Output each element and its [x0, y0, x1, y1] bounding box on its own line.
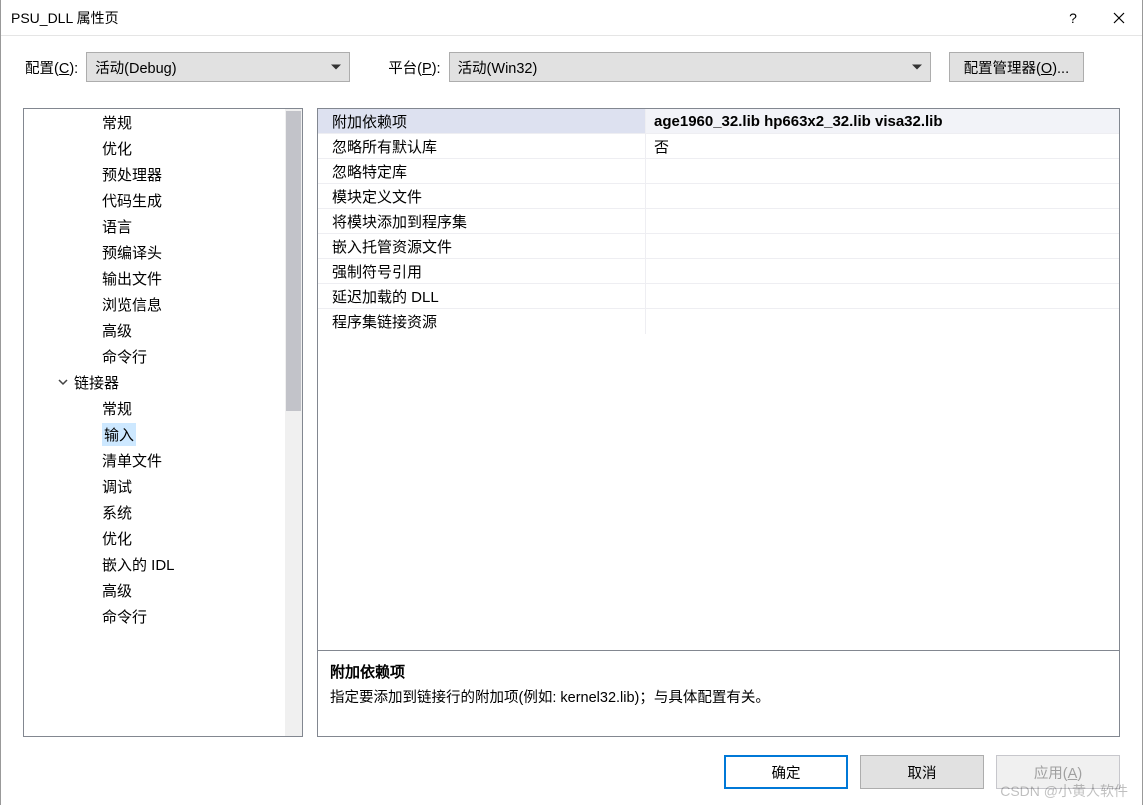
tree-item[interactable]: 高级 [24, 577, 285, 603]
tree-item-label: 语言 [102, 216, 132, 237]
property-row[interactable]: 强制符号引用 [318, 259, 1119, 284]
property-grid: 附加依赖项age1960_32.lib hp663x2_32.lib visa3… [317, 108, 1120, 651]
property-value[interactable] [646, 284, 1119, 308]
tree-item-label: 常规 [102, 112, 132, 133]
tree-item[interactable]: 命令行 [24, 343, 285, 369]
property-value[interactable]: age1960_32.lib hp663x2_32.lib visa32.lib [646, 109, 1119, 133]
tree-scrollbar[interactable] [285, 109, 302, 736]
tree-item[interactable]: 调试 [24, 473, 285, 499]
titlebar: PSU_DLL 属性页 ? [1, 0, 1142, 36]
tree-item-label: 输入 [102, 423, 136, 446]
tree-item[interactable]: 输入 [24, 421, 285, 447]
tree-item-label: 常规 [102, 398, 132, 419]
platform-combo-value: 活动(Win32) [458, 57, 538, 78]
tree-item-label: 代码生成 [102, 190, 162, 211]
property-name: 延迟加载的 DLL [318, 284, 646, 308]
property-name: 嵌入托管资源文件 [318, 234, 646, 258]
description-text: 指定要添加到链接行的附加项(例如: kernel32.lib)；与具体配置有关。 [330, 686, 1107, 707]
footer: 确定 取消 应用(A) [1, 743, 1142, 805]
tree-item[interactable]: 输出文件 [24, 265, 285, 291]
tree-item-label: 高级 [102, 580, 132, 601]
tree-item-label: 系统 [102, 502, 132, 523]
tree-item-label: 嵌入的 IDL [102, 554, 175, 575]
tree-group-label: 链接器 [74, 372, 119, 393]
property-name: 附加依赖项 [318, 109, 646, 133]
tree-item[interactable]: 清单文件 [24, 447, 285, 473]
property-row[interactable]: 程序集链接资源 [318, 309, 1119, 334]
property-name: 模块定义文件 [318, 184, 646, 208]
description-pane: 附加依赖项 指定要添加到链接行的附加项(例如: kernel32.lib)；与具… [317, 651, 1120, 737]
tree-item[interactable]: 预编译头 [24, 239, 285, 265]
right-pane: 附加依赖项age1960_32.lib hp663x2_32.lib visa3… [317, 108, 1120, 737]
tree-item-label: 命令行 [102, 606, 147, 627]
property-name: 程序集链接资源 [318, 309, 646, 334]
tree-item[interactable]: 命令行 [24, 603, 285, 629]
tree-item-label: 输出文件 [102, 268, 162, 289]
platform-label: 平台(P): [388, 57, 440, 78]
platform-combo[interactable]: 活动(Win32) [449, 52, 931, 82]
property-row[interactable]: 嵌入托管资源文件 [318, 234, 1119, 259]
property-row[interactable]: 将模块添加到程序集 [318, 209, 1119, 234]
tree-item[interactable]: 嵌入的 IDL [24, 551, 285, 577]
tree-item-label: 高级 [102, 320, 132, 341]
tree-item[interactable]: 系统 [24, 499, 285, 525]
config-combo-value: 活动(Debug) [95, 57, 176, 78]
property-row[interactable]: 附加依赖项age1960_32.lib hp663x2_32.lib visa3… [318, 109, 1119, 134]
config-combo[interactable]: 活动(Debug) [86, 52, 350, 82]
tree-item-label: 优化 [102, 528, 132, 549]
tree-item-label: 清单文件 [102, 450, 162, 471]
tree-item-label: 预编译头 [102, 242, 162, 263]
tree-item[interactable]: 高级 [24, 317, 285, 343]
property-value[interactable] [646, 234, 1119, 258]
property-row[interactable]: 忽略特定库 [318, 159, 1119, 184]
config-label: 配置(C): [25, 57, 78, 78]
tree-item[interactable]: 优化 [24, 135, 285, 161]
tree-item[interactable]: 常规 [24, 109, 285, 135]
config-manager-button[interactable]: 配置管理器(O)... [949, 52, 1085, 82]
tree-item[interactable]: 代码生成 [24, 187, 285, 213]
main-area: 常规优化预处理器代码生成语言预编译头输出文件浏览信息高级命令行链接器常规输入清单… [23, 108, 1120, 737]
property-row[interactable]: 模块定义文件 [318, 184, 1119, 209]
tree-item[interactable]: 常规 [24, 395, 285, 421]
tree-item-label: 优化 [102, 138, 132, 159]
tree-item-label: 调试 [102, 476, 132, 497]
ok-button[interactable]: 确定 [724, 755, 848, 789]
tree-item[interactable]: 浏览信息 [24, 291, 285, 317]
property-value[interactable] [646, 184, 1119, 208]
help-icon[interactable]: ? [1050, 0, 1096, 36]
tree-item-label: 预处理器 [102, 164, 162, 185]
tree-item[interactable]: 优化 [24, 525, 285, 551]
chevron-down-icon[interactable] [56, 375, 70, 389]
tree-item-label: 命令行 [102, 346, 147, 367]
tree-pane: 常规优化预处理器代码生成语言预编译头输出文件浏览信息高级命令行链接器常规输入清单… [23, 108, 303, 737]
property-value[interactable] [646, 159, 1119, 183]
property-name: 忽略所有默认库 [318, 134, 646, 158]
property-value[interactable]: 否 [646, 134, 1119, 158]
tree-item[interactable]: 预处理器 [24, 161, 285, 187]
property-name: 将模块添加到程序集 [318, 209, 646, 233]
tree-item-label: 浏览信息 [102, 294, 162, 315]
property-name: 忽略特定库 [318, 159, 646, 183]
property-row[interactable]: 延迟加载的 DLL [318, 284, 1119, 309]
property-value[interactable] [646, 259, 1119, 283]
property-value[interactable] [646, 309, 1119, 334]
apply-button: 应用(A) [996, 755, 1120, 789]
description-title: 附加依赖项 [330, 661, 1107, 682]
window-title: PSU_DLL 属性页 [11, 8, 1050, 28]
close-icon[interactable] [1096, 0, 1142, 36]
config-bar: 配置(C): 活动(Debug) 平台(P): 活动(Win32) 配置管理器(… [1, 36, 1142, 96]
cancel-button[interactable]: 取消 [860, 755, 984, 789]
tree-scrollbar-thumb[interactable] [286, 111, 301, 411]
tree-group-linker[interactable]: 链接器 [24, 369, 285, 395]
property-value[interactable] [646, 209, 1119, 233]
property-name: 强制符号引用 [318, 259, 646, 283]
tree-item[interactable]: 语言 [24, 213, 285, 239]
property-row[interactable]: 忽略所有默认库否 [318, 134, 1119, 159]
